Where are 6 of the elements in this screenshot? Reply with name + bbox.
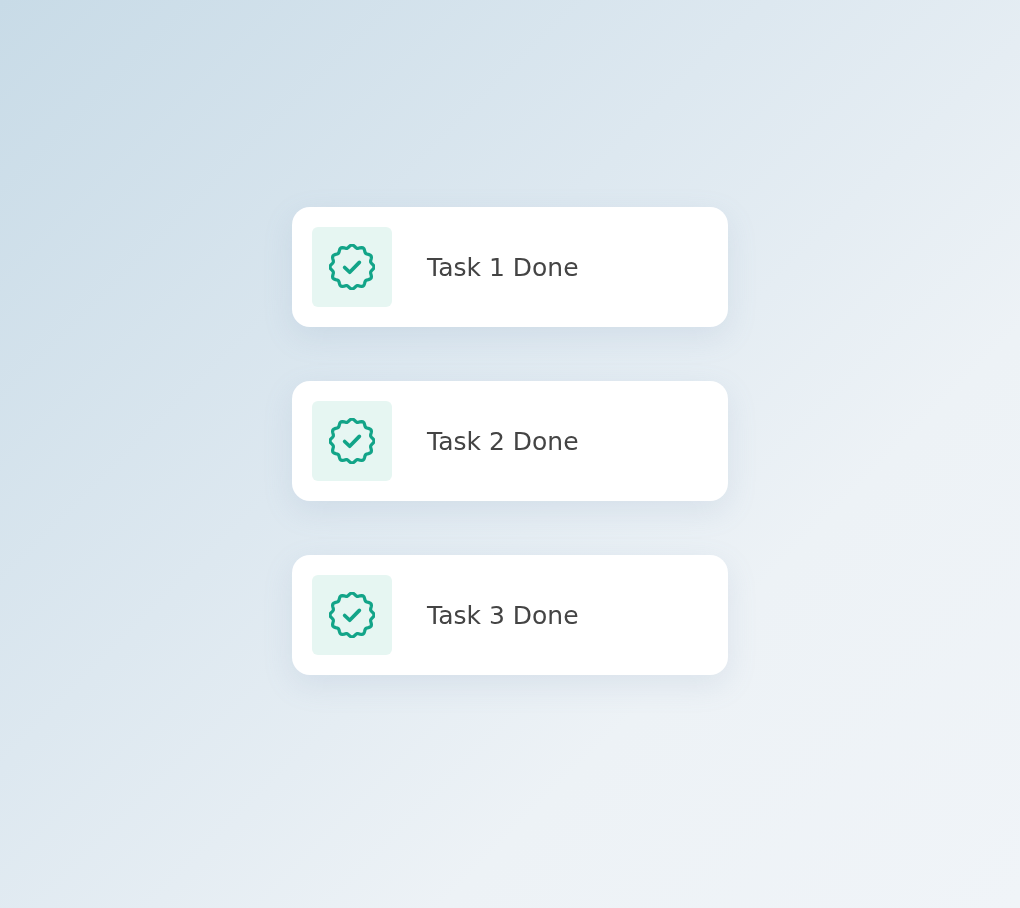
task-label: Task 1 Done <box>427 252 579 282</box>
badge-check-icon <box>329 592 375 638</box>
badge-check-icon <box>329 418 375 464</box>
badge-check-icon <box>329 244 375 290</box>
task-label: Task 3 Done <box>427 600 579 630</box>
task-label: Task 2 Done <box>427 426 579 456</box>
